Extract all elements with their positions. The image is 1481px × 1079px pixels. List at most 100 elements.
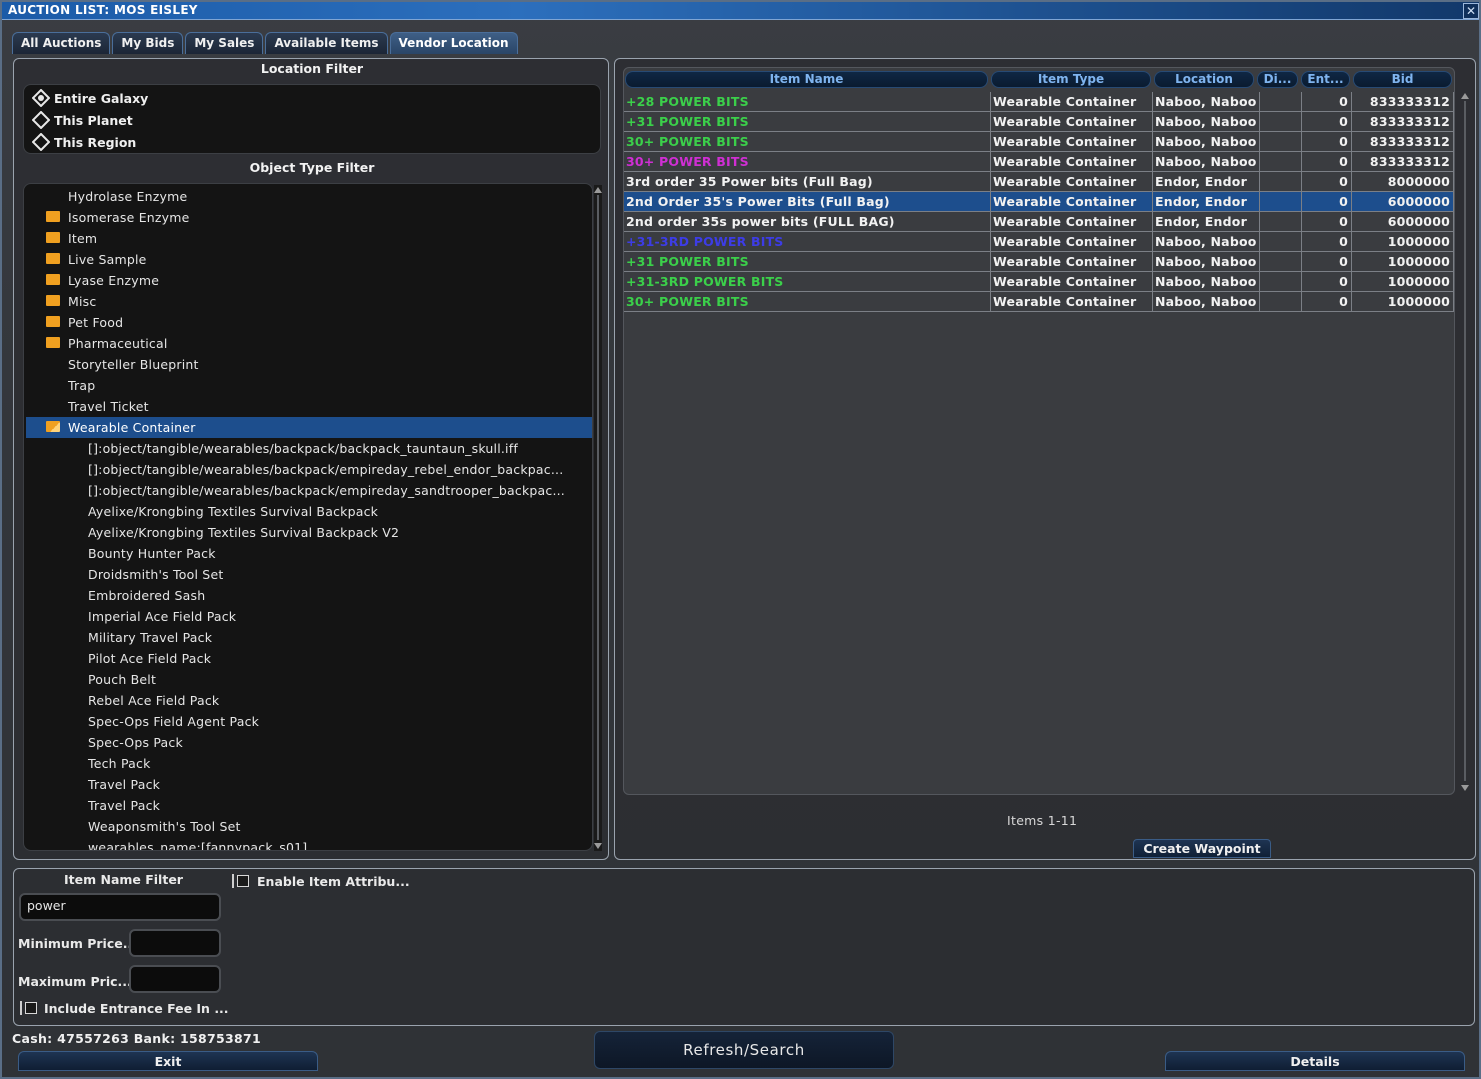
cell-bid: 6000000 xyxy=(1352,212,1454,232)
cell-name: 30+ POWER BITS xyxy=(624,152,991,172)
table-row[interactable]: 30+ POWER BITS Wearable Container Naboo, N… xyxy=(624,292,1454,312)
column-header-item-name[interactable]: Item Name xyxy=(625,71,988,88)
cell-type: Wearable Container xyxy=(991,292,1153,312)
min-price-input[interactable] xyxy=(129,929,221,957)
tree-item[interactable]: Military Travel Pack xyxy=(26,627,592,648)
column-header-bid[interactable]: Bid xyxy=(1353,71,1452,88)
tree-item[interactable]: Bounty Hunter Pack xyxy=(26,543,592,564)
table-row[interactable]: 30+ POWER BITS Wearable Container Naboo, N… xyxy=(624,152,1454,172)
scroll-thumb[interactable] xyxy=(1464,101,1466,781)
scroll-up-icon[interactable] xyxy=(1461,93,1469,99)
table-row[interactable]: 3rd order 35 Power bits (Full Bag) Wearab… xyxy=(624,172,1454,192)
tab-all-auctions[interactable]: All Auctions xyxy=(12,32,111,54)
scroll-up-icon[interactable] xyxy=(594,187,602,193)
exit-button[interactable]: Exit xyxy=(18,1051,318,1071)
cell-type: Wearable Container xyxy=(991,92,1153,112)
cell-location: Naboo, Naboo xyxy=(1153,112,1260,132)
tree-item-label: Rebel Ace Field Pack xyxy=(88,693,220,708)
max-price-input[interactable] xyxy=(129,965,221,993)
column-header-location[interactable]: Location xyxy=(1154,71,1254,88)
results-scrollbar[interactable] xyxy=(1461,91,1469,793)
tree-item[interactable]: Rebel Ace Field Pack xyxy=(26,690,592,711)
scroll-down-icon[interactable] xyxy=(594,843,602,849)
tree-item-label: Weaponsmith's Tool Set xyxy=(88,819,241,834)
tree-item[interactable]: Pilot Ace Field Pack xyxy=(26,648,592,669)
tree-item[interactable]: Trap xyxy=(26,375,592,396)
tree-item-label: Storyteller Blueprint xyxy=(68,357,199,372)
tree-item[interactable]: Weaponsmith's Tool Set xyxy=(26,816,592,837)
filter-sidebar: Location Filter Entire Galaxy This Plane… xyxy=(13,58,609,860)
tree-item[interactable]: []:object/tangible/wearables/backpack/em… xyxy=(26,480,592,501)
column-header-di[interactable]: Di... xyxy=(1257,71,1298,88)
table-row[interactable]: 2nd order 35s power bits (FULL BAG) Weara… xyxy=(624,212,1454,232)
details-button[interactable]: Details xyxy=(1165,1051,1465,1071)
tree-item[interactable]: Pet Food xyxy=(26,312,592,333)
cell-location: Endor, Endor xyxy=(1153,172,1260,192)
tree-item[interactable]: Embroidered Sash xyxy=(26,585,592,606)
tree-item[interactable]: []:object/tangible/wearables/backpack/em… xyxy=(26,459,592,480)
cell-location: Endor, Endor xyxy=(1153,192,1260,212)
item-name-filter-input[interactable]: power xyxy=(19,893,221,921)
tree-item-label: wearables_name:[fannypack_s01] xyxy=(88,840,308,851)
cell-location: Naboo, Naboo xyxy=(1153,132,1260,152)
cell-type: Wearable Container xyxy=(991,192,1153,212)
radio-this-planet[interactable]: This Planet xyxy=(32,110,133,130)
tree-item[interactable]: Misc xyxy=(26,291,592,312)
cell-di xyxy=(1260,212,1302,232)
tree-item[interactable]: Storyteller Blueprint xyxy=(26,354,592,375)
column-header-item-type[interactable]: Item Type xyxy=(991,71,1151,88)
tree-item-label: []:object/tangible/wearables/backpack/ba… xyxy=(88,441,518,456)
tree-item[interactable]: Spec-Ops Pack xyxy=(26,732,592,753)
tab-available-items[interactable]: Available Items xyxy=(265,32,388,54)
enable-attributes-checkbox[interactable] xyxy=(237,875,249,887)
table-row[interactable]: +31-3RD POWER BITS Wearable Container Nabo… xyxy=(624,232,1454,252)
radio-this-region[interactable]: This Region xyxy=(32,132,136,152)
tree-item[interactable]: Droidsmith's Tool Set xyxy=(26,564,592,585)
column-header-ent[interactable]: Ent... xyxy=(1301,71,1350,88)
tree-item[interactable]: Imperial Ace Field Pack xyxy=(26,606,592,627)
tree-item[interactable]: Travel Pack xyxy=(26,774,592,795)
table-row[interactable]: 30+ POWER BITS Wearable Container Naboo, N… xyxy=(624,132,1454,152)
close-icon[interactable]: ✕ xyxy=(1463,3,1479,19)
tree-item[interactable]: []:object/tangible/wearables/backpack/ba… xyxy=(26,438,592,459)
tab-my-bids[interactable]: My Bids xyxy=(112,32,184,54)
scroll-down-icon[interactable] xyxy=(1461,785,1469,791)
tree-item[interactable]: Tech Pack xyxy=(26,753,592,774)
tree-item-label: Embroidered Sash xyxy=(88,588,206,603)
table-row[interactable]: 2nd Order 35's Power Bits (Full Bag) Wear… xyxy=(624,192,1454,212)
include-entrance-fee-label: Include Entrance Fee In ... xyxy=(44,1001,229,1016)
tree-item[interactable]: Live Sample xyxy=(26,249,592,270)
cell-di xyxy=(1260,152,1302,172)
tree-item[interactable]: wearables_name:[fannypack_s01] xyxy=(26,837,592,851)
tree-item[interactable]: Travel Ticket xyxy=(26,396,592,417)
tree-item[interactable]: Travel Pack xyxy=(26,795,592,816)
cell-ent: 0 xyxy=(1302,112,1352,132)
tree-item[interactable]: Ayelixe/Krongbing Textiles Survival Back… xyxy=(26,501,592,522)
tab-vendor-location[interactable]: Vendor Location xyxy=(389,32,518,54)
table-row[interactable]: +31-3RD POWER BITS Wearable Container Nabo… xyxy=(624,272,1454,292)
tree-item[interactable]: Wearable Container xyxy=(26,417,592,438)
table-row[interactable]: +31 POWER BITS Wearable Container Naboo, N… xyxy=(624,112,1454,132)
tab-my-sales[interactable]: My Sales xyxy=(185,32,264,54)
scroll-thumb[interactable] xyxy=(597,195,599,840)
tree-item[interactable]: Hydrolase Enzyme xyxy=(26,186,592,207)
table-row[interactable]: +28 POWER BITS Wearable Container Naboo, N… xyxy=(624,92,1454,112)
table-row[interactable]: +31 POWER BITS Wearable Container Naboo, N… xyxy=(624,252,1454,272)
tree-item[interactable]: Pouch Belt xyxy=(26,669,592,690)
object-type-tree[interactable]: Hydrolase Enzyme Isomerase Enzyme Item Live… xyxy=(23,183,593,851)
tree-item[interactable]: Isomerase Enzyme xyxy=(26,207,592,228)
refresh-search-button[interactable]: Refresh/Search xyxy=(594,1031,894,1069)
tree-item-label: Pilot Ace Field Pack xyxy=(88,651,212,666)
cell-ent: 0 xyxy=(1302,292,1352,312)
include-entrance-fee-checkbox[interactable] xyxy=(25,1002,37,1014)
object-type-filter-title: Object Type Filter xyxy=(249,160,375,175)
tree-item[interactable]: Spec-Ops Field Agent Pack xyxy=(26,711,592,732)
tree-scrollbar[interactable] xyxy=(594,185,602,851)
tree-item[interactable]: Item xyxy=(26,228,592,249)
tree-item[interactable]: Lyase Enzyme xyxy=(26,270,592,291)
tree-item[interactable]: Ayelixe/Krongbing Textiles Survival Back… xyxy=(26,522,592,543)
tree-item[interactable]: Pharmaceutical xyxy=(26,333,592,354)
title-bar[interactable]: AUCTION LIST: MOS EISLEY ✕ xyxy=(2,2,1479,20)
create-waypoint-button[interactable]: Create Waypoint xyxy=(1133,839,1271,858)
radio-entire-galaxy[interactable]: Entire Galaxy xyxy=(32,88,148,108)
